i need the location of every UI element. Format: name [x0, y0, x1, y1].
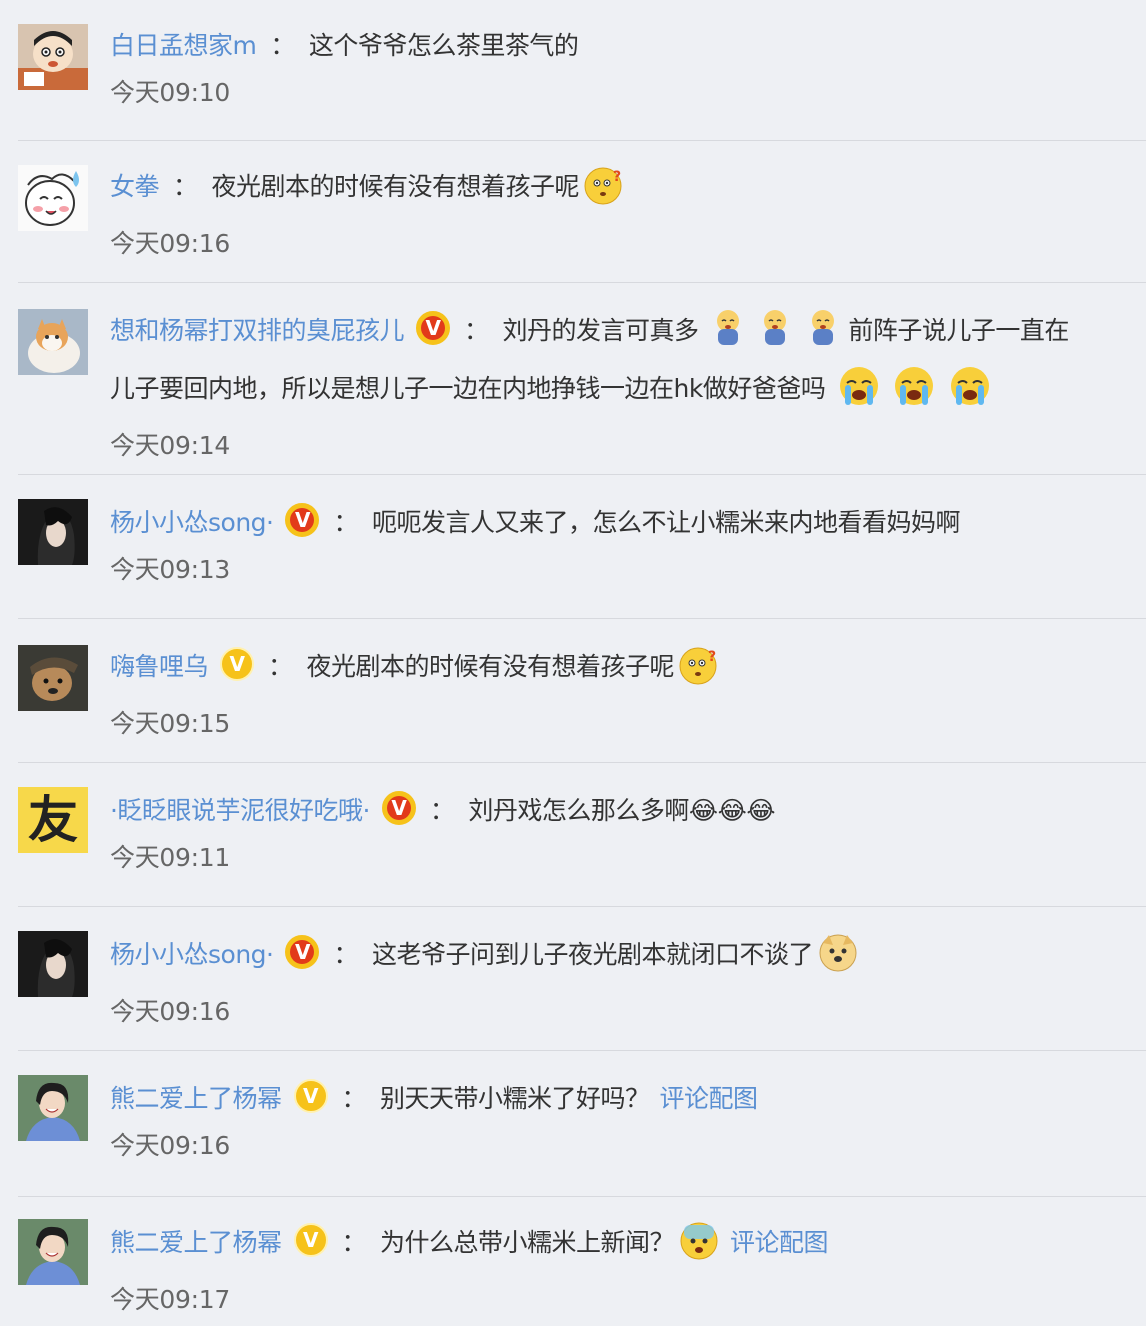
username-link[interactable]: 嗨鲁哩乌 — [110, 652, 209, 681]
username-link[interactable]: 女拳 — [110, 172, 160, 201]
comment-content: 嗨鲁哩乌 V ： 夜光剧本的时候有没有想着孩子呢? — [110, 643, 1146, 701]
comment-text-line2: 儿子要回内地，所以是想儿子一边在内地挣钱一边在hk做好爸爸吗 — [110, 374, 826, 403]
separator-colon: ： — [333, 508, 358, 537]
woman-portrait-avatar[interactable] — [18, 931, 88, 997]
divider — [18, 762, 1146, 763]
svg-text:?: ? — [613, 169, 621, 185]
separator-colon: ： — [173, 172, 198, 201]
username-link[interactable]: 白日孟想家m — [110, 31, 257, 60]
crying-baby-emoji — [757, 307, 793, 365]
comment-text: 这个爷爷怎么茶里茶气的 — [308, 31, 579, 60]
divider — [18, 1050, 1146, 1051]
question-face-emoji: ? — [583, 165, 625, 221]
separator-colon: ： — [341, 1084, 367, 1113]
comment-list: 白日孟想家m ： 这个爷爷怎么茶里茶气的 今天09:10 女拳 ： 夜光剧本的时候有没有… — [0, 0, 1146, 1326]
verified-badge-icon: V — [416, 311, 451, 345]
crying-baby-emoji — [805, 307, 841, 365]
comment-time: 今天09:17 — [110, 1285, 230, 1314]
comment-content-line2: 儿子要回内地，所以是想儿子一边在内地挣钱一边在hk做好爸爸吗 — [110, 365, 1146, 423]
comment-time: 今天09:16 — [110, 229, 230, 258]
username-link[interactable]: 想和杨幂打双排的臭屁孩儿 — [110, 316, 405, 345]
comment-content: 白日孟想家m ： 这个爷爷怎么茶里茶气的 — [110, 22, 1146, 70]
verified-badge-icon: V — [381, 791, 416, 825]
separator-colon: ： — [333, 940, 358, 969]
comment-time: 今天09:16 — [110, 1131, 230, 1160]
comment-text: 别天天带小糯米了好吗？ — [380, 1084, 650, 1113]
username-link[interactable]: 熊二爱上了杨幂 — [110, 1228, 282, 1257]
comment-time: 今天09:13 — [110, 555, 230, 584]
comment-text: 刘丹戏怎么那么多啊😂😂😂 — [468, 796, 776, 825]
loud-crying-emoji — [948, 365, 992, 423]
verified-badge-icon: V — [293, 1223, 328, 1257]
comment-content: 熊二爱上了杨幂 V ： 为什么总带小糯米上新闻？ 评论配图 — [110, 1219, 1146, 1277]
comment-content: 杨小小怂song· V ： 这老爷子问到儿子夜光剧本就闭口不谈了 — [110, 931, 1146, 989]
username-link[interactable]: 熊二爱上了杨幂 — [110, 1084, 282, 1113]
comment-time: 今天09:14 — [110, 431, 230, 460]
comment-text: 夜光剧本的时候有没有想着孩子呢 — [211, 172, 580, 201]
divider — [18, 906, 1146, 907]
fearful-face-emoji — [678, 1219, 720, 1277]
username-link[interactable]: 杨小小怂song· — [110, 508, 274, 537]
crying-baby-emoji — [710, 307, 746, 365]
divider — [18, 1196, 1146, 1197]
comment-time: 今天09:16 — [110, 997, 230, 1026]
comment-text: 这老爷子问到儿子夜光剧本就闭口不谈了 — [372, 940, 814, 969]
username-link[interactable]: 杨小小怂song· — [110, 940, 274, 969]
comment-content: 熊二爱上了杨幂 V ： 别天天带小糯米了好吗？ 评论配图 — [110, 1075, 1146, 1123]
separator-colon: ： — [464, 316, 489, 345]
dog-face-emoji — [817, 931, 859, 989]
woman-portrait-avatar[interactable] — [18, 499, 88, 565]
cartoon-sheep-avatar[interactable] — [18, 165, 88, 231]
dog-photo-avatar[interactable] — [18, 645, 88, 711]
verified-badge-icon: V — [285, 935, 320, 969]
comment-text: 为什么总带小糯米上新闻？ — [380, 1228, 675, 1257]
comment-text: 刘丹的发言可真多 — [502, 316, 700, 345]
comment-text: 夜光剧本的时候有没有想着孩子呢 — [306, 652, 675, 681]
comment-time: 今天09:15 — [110, 709, 230, 738]
loud-crying-emoji — [837, 365, 881, 423]
separator-colon: ： — [268, 652, 293, 681]
smiling-woman-avatar[interactable] — [18, 1219, 88, 1285]
verified-badge-icon: V — [220, 647, 255, 681]
comment-time: 今天09:10 — [110, 78, 230, 107]
comment-content: 杨小小怂song· V ： 呃呃发言人又来了，怎么不让小糯米来内地看看妈妈啊 — [110, 499, 1146, 547]
verified-badge-icon: V — [285, 503, 320, 537]
separator-colon: ： — [341, 1228, 367, 1257]
comment-time: 今天09:11 — [110, 843, 230, 872]
separator-colon: ： — [429, 796, 455, 825]
divider — [18, 618, 1146, 619]
you-character-avatar[interactable]: 友 — [18, 787, 88, 853]
comment-content: 想和杨幂打双排的臭屁孩儿 V ： 刘丹的发言可真多 前阵子说儿子一直在 — [110, 307, 1146, 365]
username-link[interactable]: ·眨眨眼说芋泥很好吃哦· — [110, 796, 370, 825]
loud-crying-emoji — [892, 365, 936, 423]
comment-image-link[interactable]: 评论配图 — [660, 1084, 759, 1113]
comment-image-link[interactable]: 评论配图 — [730, 1228, 829, 1257]
verified-badge-icon: V — [293, 1079, 328, 1113]
comment-text-continued: 前阵子说儿子一直在 — [848, 316, 1069, 345]
divider — [18, 140, 1146, 141]
divider — [18, 474, 1146, 475]
svg-text:?: ? — [708, 649, 716, 665]
comment-text: 呃呃发言人又来了，怎么不让小糯米来内地看看妈妈啊 — [372, 508, 961, 537]
cartoon-boy-avatar[interactable] — [18, 24, 88, 90]
cat-avatar[interactable] — [18, 309, 88, 375]
separator-colon: ： — [270, 31, 295, 60]
comment-content: 女拳 ： 夜光剧本的时候有没有想着孩子呢? — [110, 163, 1146, 221]
smiling-woman-avatar[interactable] — [18, 1075, 88, 1141]
divider — [18, 282, 1146, 283]
question-face-emoji: ? — [678, 645, 720, 701]
comment-content: ·眨眨眼说芋泥很好吃哦· V ： 刘丹戏怎么那么多啊😂😂😂 — [110, 787, 1146, 835]
